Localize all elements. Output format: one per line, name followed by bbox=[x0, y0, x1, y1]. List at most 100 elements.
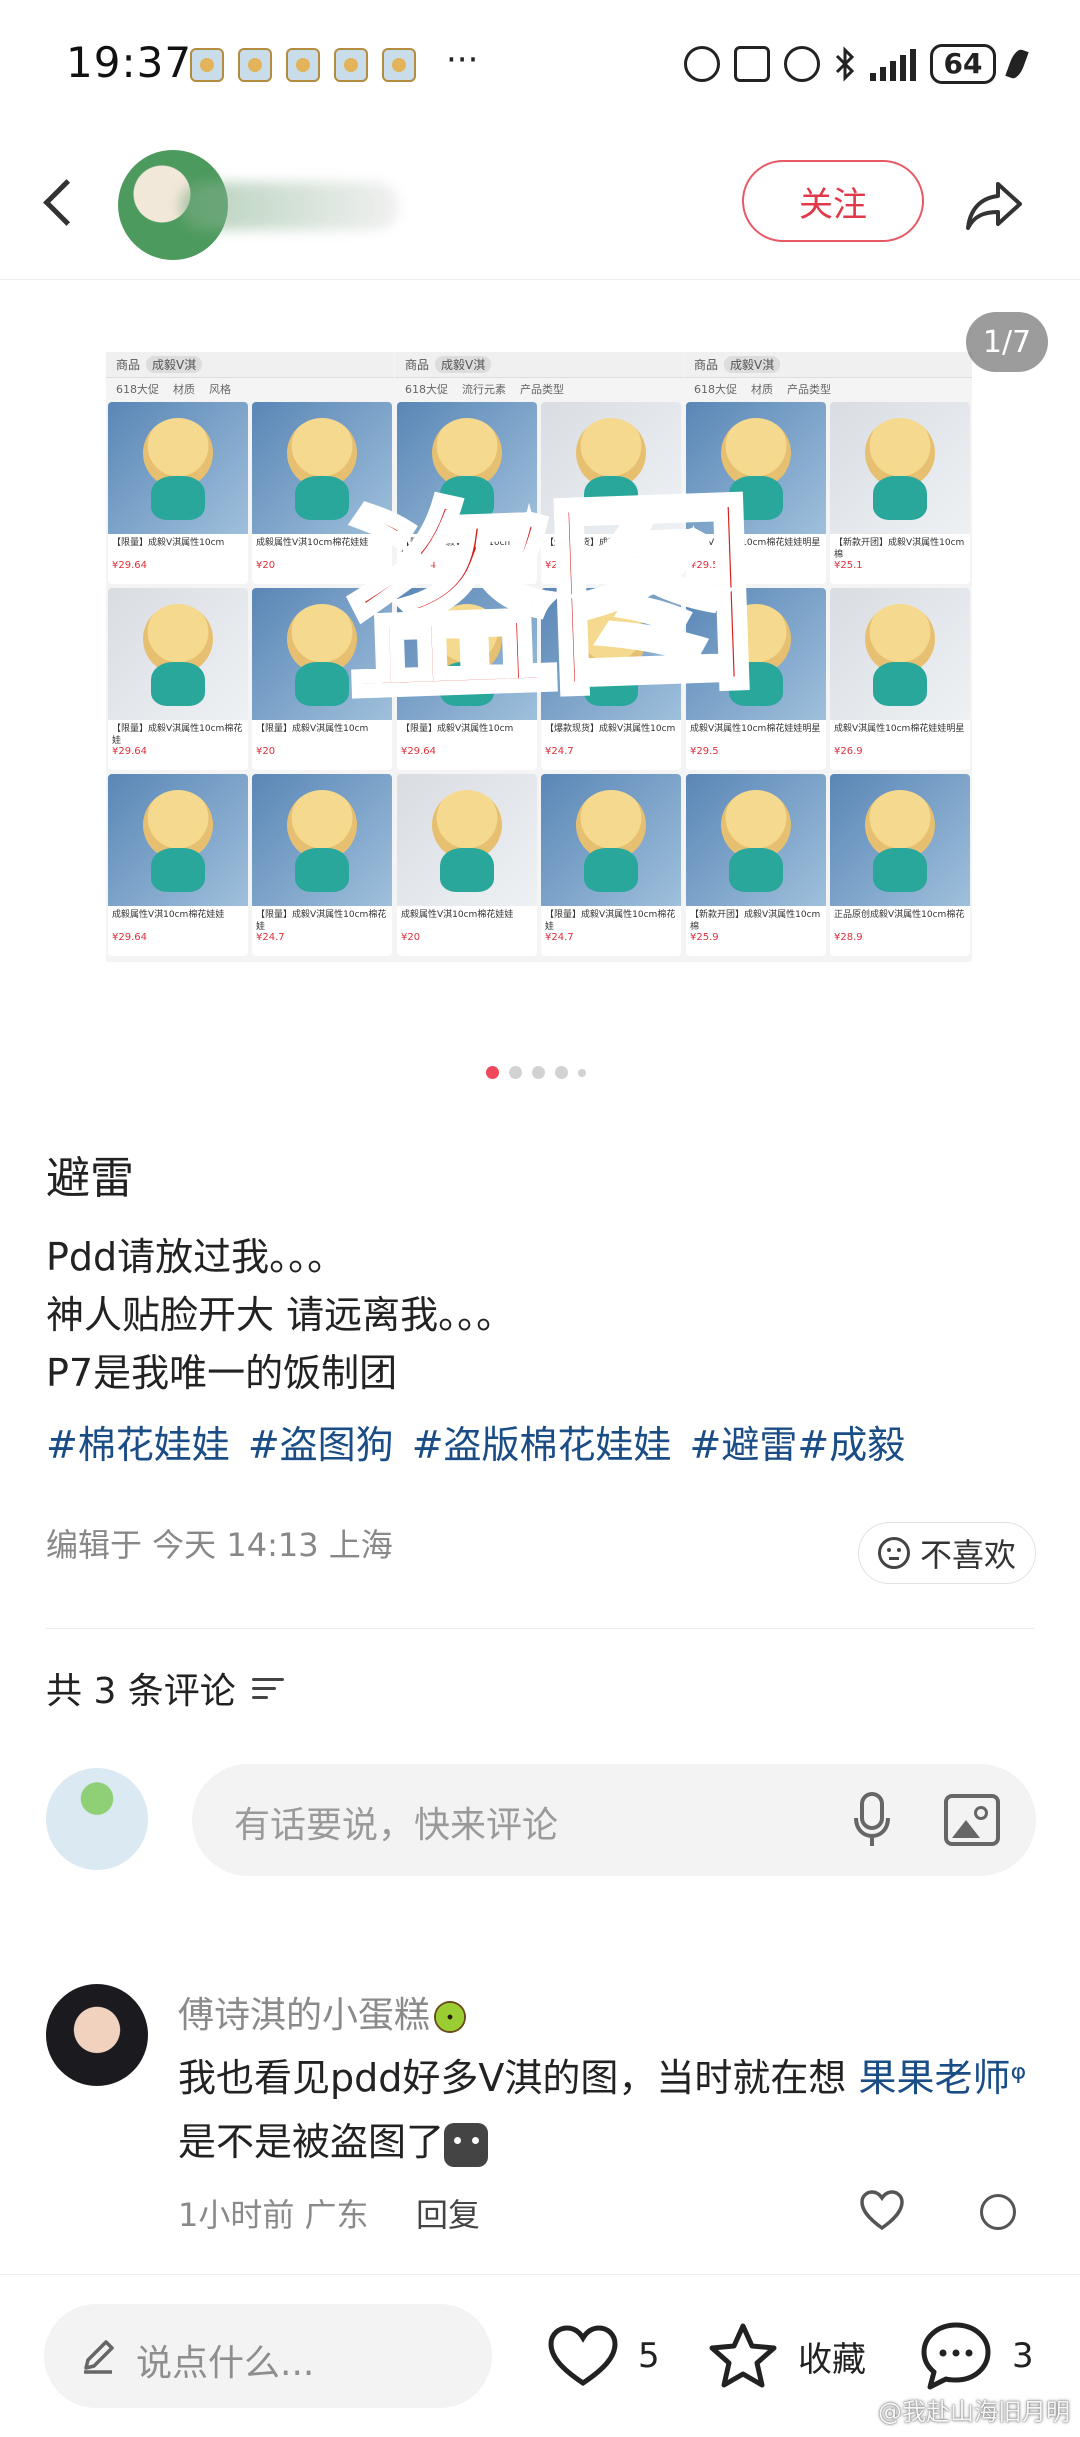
weibo-watermark: @我赴山海旧月明 bbox=[878, 2398, 1070, 2426]
post-body: Pdd请放过我。。。 神人贴脸开大 请远离我。。。 P7是我唯一的饭制团 bbox=[46, 1228, 514, 1402]
mention-link[interactable]: 果果老师 bbox=[858, 2056, 1010, 2100]
shot-search-query: 成毅V淇 bbox=[146, 356, 203, 373]
sort-icon[interactable] bbox=[251, 1676, 284, 1700]
power-saving-icon bbox=[1005, 47, 1029, 81]
cat-sticker-icon bbox=[444, 2122, 489, 2167]
kiwi-emoji-icon bbox=[434, 2001, 467, 2033]
comment-dislike-icon[interactable] bbox=[980, 2194, 1016, 2230]
product-caption: 【限量】成毅V淇属性10cm棉花娃 bbox=[545, 910, 676, 932]
product-price: ¥25.9 bbox=[690, 932, 719, 943]
product-caption: 成毅V淇属性10cm棉花娃娃明星 bbox=[834, 724, 965, 734]
heart-icon bbox=[548, 2325, 618, 2387]
product-caption: 【新款开团】成毅V淇属性10cm棉 bbox=[690, 910, 821, 932]
comment-text-part: 我也看见pdd好多V淇的图，当时就在想 bbox=[178, 2056, 859, 2100]
shot-filter: 618大促 bbox=[405, 383, 448, 396]
page-dot[interactable] bbox=[555, 1066, 568, 1079]
comment-like-icon[interactable] bbox=[858, 2188, 906, 2232]
page-dot[interactable] bbox=[578, 1068, 586, 1077]
stolen-image-stamp: 盗图 bbox=[296, 462, 796, 734]
product-caption: 【限量】成毅V淇属性10cm棉花娃 bbox=[256, 910, 387, 932]
back-button[interactable] bbox=[36, 170, 92, 240]
bottom-input-placeholder: 说点什么... bbox=[136, 2343, 315, 2384]
carousel-pagination[interactable] bbox=[486, 1066, 586, 1079]
product-price: ¥26.9 bbox=[834, 746, 863, 757]
status-system-icons: 64 bbox=[684, 44, 1029, 84]
dislike-label: 不喜欢 bbox=[919, 1536, 1016, 1574]
comment-count-header[interactable]: 共 3 条评论 bbox=[46, 1662, 284, 1714]
shot-search-label: 商品 bbox=[405, 358, 430, 372]
shot-search-query: 成毅V淇 bbox=[724, 356, 781, 373]
product-price: ¥25.1 bbox=[834, 560, 863, 571]
product-price: ¥29.64 bbox=[112, 560, 147, 571]
post-edit-meta: 编辑于 今天 14:13 上海 bbox=[46, 1526, 393, 1564]
favorite-button[interactable]: 收藏 bbox=[706, 2316, 866, 2396]
divider bbox=[0, 2274, 1080, 2275]
bottom-comment-input[interactable]: 说点什么... bbox=[44, 2304, 492, 2408]
hashtag-link[interactable]: #盗图狗 bbox=[248, 1414, 394, 1469]
shot-filter: 材质 bbox=[751, 383, 773, 396]
product-caption: 成毅属性V淇10cm棉花娃娃 bbox=[401, 910, 514, 920]
product-caption: 成毅属性V淇10cm棉花娃娃 bbox=[112, 910, 225, 920]
product-caption: 【新款开团】成毅V淇属性10cm棉 bbox=[834, 538, 965, 560]
product-tile: 【限量】成毅V淇属性10cm棉花娃 ¥24.7 bbox=[541, 774, 681, 956]
post-title: 避雷 bbox=[46, 1153, 134, 1204]
product-price: ¥29.64 bbox=[401, 746, 436, 757]
page-dot[interactable] bbox=[532, 1066, 545, 1079]
image-picker-icon[interactable] bbox=[944, 1794, 1000, 1846]
like-count: 5 bbox=[638, 2336, 660, 2376]
page-dot-active[interactable] bbox=[486, 1066, 499, 1079]
hashtag-link[interactable]: #盗版棉花娃娃 bbox=[412, 1414, 672, 1469]
like-button[interactable]: 5 bbox=[546, 2316, 660, 2396]
hashtag-link[interactable]: #避雷#成毅 bbox=[690, 1414, 906, 1469]
comment-count: 3 bbox=[1012, 2336, 1034, 2376]
shot-search-label: 商品 bbox=[116, 358, 141, 372]
favorite-label: 收藏 bbox=[798, 2339, 866, 2380]
game-notification-icon bbox=[238, 48, 272, 82]
hd-call-icon bbox=[684, 46, 720, 82]
share-icon[interactable] bbox=[960, 170, 1030, 240]
post-image[interactable]: 商品 成毅V淇 618大促 材质 风格 【限量】成毅V淇属性10cm ¥29.64 成毅… bbox=[106, 352, 972, 962]
commenter-avatar[interactable] bbox=[46, 1984, 148, 2086]
comment-input[interactable]: 有话要说，快来评论 bbox=[192, 1764, 1036, 1876]
game-notification-icon bbox=[382, 48, 416, 82]
shot-filter: 产品类型 bbox=[520, 383, 564, 396]
product-tile: 正品原创成毅V淇属性10cm棉花 ¥28.9 bbox=[830, 774, 970, 956]
image-carousel[interactable]: 商品 成毅V淇 618大促 材质 风格 【限量】成毅V淇属性10cm ¥29.64 成毅… bbox=[0, 282, 1080, 1052]
product-caption: 【限量】成毅V淇属性10cm棉花娃 bbox=[112, 724, 243, 746]
product-price: ¥28.9 bbox=[834, 932, 863, 943]
product-tile: 成毅属性V淇10cm棉花娃娃 ¥20 bbox=[397, 774, 537, 956]
product-tile: 【新款开团】成毅V淇属性10cm棉 ¥25.9 bbox=[686, 774, 826, 956]
more-notifications-icon: ··· bbox=[446, 40, 479, 80]
page-dot[interactable] bbox=[509, 1066, 522, 1079]
microphone-icon[interactable] bbox=[852, 1790, 892, 1850]
reply-button[interactable]: 回复 bbox=[416, 2190, 480, 2236]
hashtag-link[interactable]: #棉花娃娃 bbox=[46, 1414, 230, 1469]
image-counter: 1/7 bbox=[966, 312, 1048, 372]
comment-input-placeholder: 有话要说，快来评论 bbox=[234, 1805, 559, 1846]
bluetooth-icon bbox=[835, 46, 855, 82]
author-name-blurred[interactable] bbox=[180, 182, 400, 230]
neutral-face-icon bbox=[877, 1537, 910, 1569]
shot-filter: 618大促 bbox=[694, 383, 737, 396]
product-price: ¥24.7 bbox=[545, 932, 574, 943]
follow-button[interactable]: 关注 bbox=[742, 160, 924, 242]
commenter-name[interactable]: 傅诗淇的小蛋糕 bbox=[178, 1986, 467, 2038]
game-notification-icon bbox=[190, 48, 224, 82]
battery-indicator: 64 bbox=[930, 44, 996, 84]
shot-filter: 流行元素 bbox=[462, 383, 506, 396]
comment-bubble-icon bbox=[921, 2322, 991, 2390]
product-tile: 【新款开团】成毅V淇属性10cm棉 ¥25.1 bbox=[830, 402, 970, 584]
search-icon[interactable]: ᵠ bbox=[1010, 2056, 1026, 2100]
status-time: 19:37 bbox=[66, 38, 193, 87]
comment-count-label: 共 3 条评论 bbox=[46, 1671, 236, 1712]
post-line: 神人贴脸开大 请远离我。。。 bbox=[46, 1293, 515, 1337]
product-price: ¥29.64 bbox=[112, 746, 147, 757]
comment-button[interactable]: 3 bbox=[918, 2316, 1034, 2396]
game-notification-icon bbox=[286, 48, 320, 82]
commenter-name-text: 傅诗淇的小蛋糕 bbox=[178, 1995, 431, 2036]
stamp-text: 盗图 bbox=[338, 467, 754, 734]
shot-filter: 618大促 bbox=[116, 383, 159, 396]
current-user-avatar bbox=[46, 1768, 148, 1870]
dislike-button[interactable]: 不喜欢 bbox=[858, 1522, 1036, 1584]
product-price: ¥29.64 bbox=[112, 932, 147, 943]
